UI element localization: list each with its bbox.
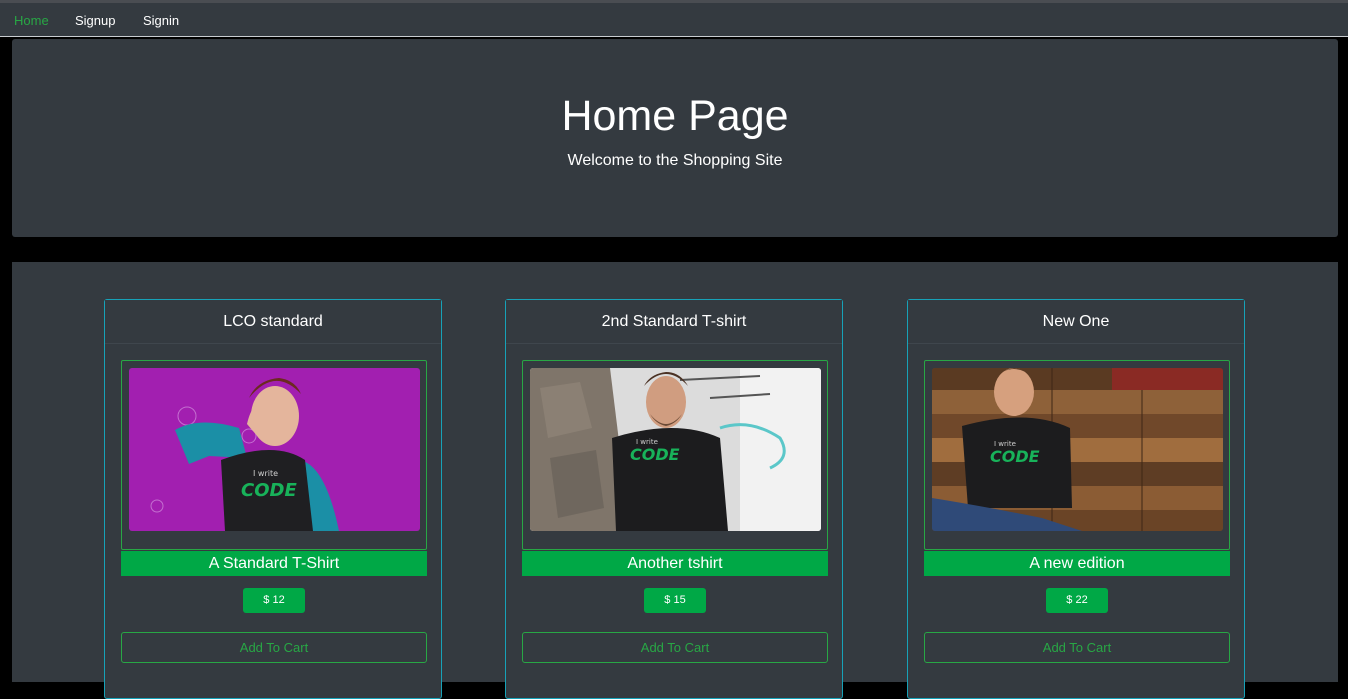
product-image-woman-tshirt: I write CODE	[129, 368, 420, 531]
page-title: Home Page	[561, 92, 789, 140]
product-image-man-wall-tshirt: I write CODE	[530, 368, 821, 531]
page-subtitle: Welcome to the Shopping Site	[567, 152, 783, 169]
nav-signin-link[interactable]: Signin	[143, 13, 179, 28]
product-card-header: New One	[908, 300, 1244, 344]
product-name: Another tshirt	[522, 551, 828, 576]
add-to-cart-button[interactable]: Add To Cart	[121, 632, 427, 663]
product-image-text-big: CODE	[990, 447, 1040, 466]
product-card-header: LCO standard	[105, 300, 441, 344]
product-image-frame: I write CODE	[924, 360, 1230, 550]
price-badge[interactable]: $ 22	[1046, 588, 1108, 613]
product-card: 2nd Standard T-shirt I write CODE Anothe…	[505, 299, 843, 699]
product-image-frame: I write CODE	[522, 360, 828, 550]
add-to-cart-button[interactable]: Add To Cart	[522, 632, 828, 663]
price-badge[interactable]: $ 15	[644, 588, 706, 613]
price-badge[interactable]: $ 12	[243, 588, 305, 613]
nav-signup-link[interactable]: Signup	[75, 13, 115, 28]
product-image-text-big: CODE	[630, 445, 680, 464]
product-grid: LCO standard I write CODE A Standard T-S…	[12, 262, 1338, 699]
product-name: A new edition	[924, 551, 1230, 576]
product-card: LCO standard I write CODE A Standard T-S…	[104, 299, 442, 699]
product-image-text-big: CODE	[241, 480, 297, 501]
top-navbar: Home Signup Signin	[0, 3, 1348, 37]
product-image-man-wood-tshirt: I write CODE	[932, 368, 1223, 531]
product-card: New One I write CODE A new edition $ 22 …	[907, 299, 1245, 699]
product-image-frame: I write CODE	[121, 360, 427, 550]
add-to-cart-button[interactable]: Add To Cart	[924, 632, 1230, 663]
product-card-header: 2nd Standard T-shirt	[506, 300, 842, 344]
nav-home-link[interactable]: Home	[14, 13, 49, 28]
product-name: A Standard T-Shirt	[121, 551, 427, 576]
hero-jumbotron: Home Page Welcome to the Shopping Site	[12, 39, 1338, 237]
product-image-text-small: I write	[253, 469, 278, 478]
